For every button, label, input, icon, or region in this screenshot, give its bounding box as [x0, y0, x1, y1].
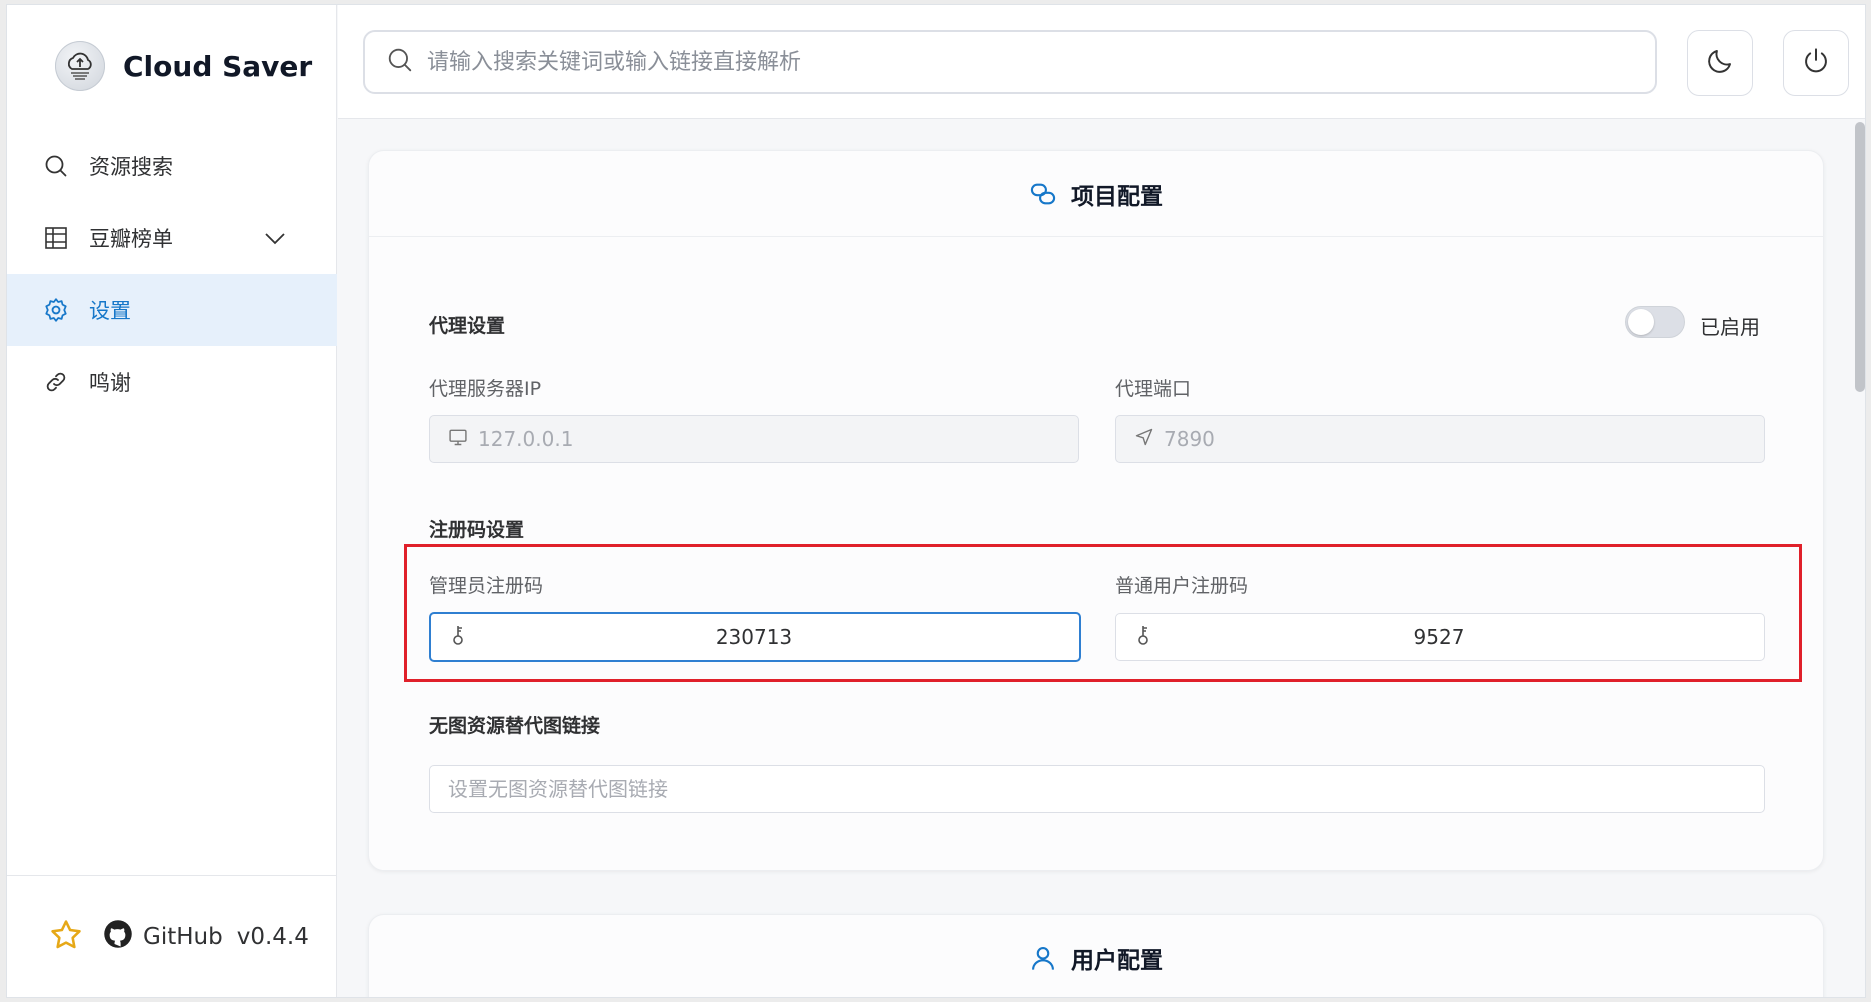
github-label: GitHub — [143, 923, 223, 950]
user-code-label: 普通用户注册码 — [1115, 575, 1249, 597]
proxy-port-field[interactable] — [1115, 415, 1765, 463]
star-icon[interactable] — [49, 918, 83, 956]
proxy-ip-input[interactable] — [478, 427, 727, 451]
key-icon — [1134, 624, 1154, 650]
gear-icon — [43, 297, 69, 323]
project-config-card: 项目配置 代理设置 已启用 代理服务器IP 代理端口 — [368, 150, 1824, 871]
monitor-icon — [448, 427, 468, 451]
card-title: 项目配置 — [1071, 183, 1163, 210]
main-content: 项目配置 代理设置 已启用 代理服务器IP 代理端口 — [338, 120, 1865, 997]
card-header: 用户配置 — [369, 915, 1823, 997]
user-config-card: 用户配置 — [368, 914, 1824, 997]
sidebar-item-acknowledgements[interactable]: 鸣谢 — [7, 346, 337, 418]
moon-icon — [1705, 46, 1735, 80]
registration-section-title: 注册码设置 — [429, 519, 525, 541]
grid-icon — [43, 225, 69, 251]
admin-code-input[interactable] — [469, 625, 1079, 649]
sidebar-footer: GitHub v0.4.4 — [7, 875, 337, 997]
search-icon — [43, 153, 69, 179]
placeholder-image-section-title: 无图资源替代图链接 — [429, 715, 601, 737]
brand[interactable]: Cloud Saver — [55, 41, 312, 91]
sidebar-item-label: 鸣谢 — [89, 371, 131, 395]
proxy-toggle[interactable] — [1625, 306, 1685, 338]
top-header — [338, 5, 1865, 119]
placeholder-image-input[interactable] — [448, 777, 1728, 801]
admin-code-label: 管理员注册码 — [429, 575, 544, 597]
toggle-knob — [1628, 309, 1654, 335]
sidebar-item-label: 豆瓣榜单 — [89, 227, 173, 251]
navigation-arrow-icon — [1134, 427, 1154, 451]
placeholder-image-field[interactable] — [429, 765, 1765, 813]
card-header: 项目配置 — [369, 151, 1823, 237]
proxy-port-label: 代理端口 — [1115, 378, 1192, 400]
github-icon — [103, 919, 133, 955]
github-link[interactable]: GitHub — [103, 919, 223, 955]
dark-mode-button[interactable] — [1687, 30, 1753, 96]
app-window: Cloud Saver 资源搜索 豆瓣榜单 设置 鸣谢 GitHub v0.4.… — [6, 4, 1866, 998]
card-title: 用户配置 — [1071, 948, 1163, 974]
cloud-logo-icon — [55, 41, 105, 91]
search-input[interactable] — [427, 49, 1627, 75]
logout-button[interactable] — [1783, 30, 1849, 96]
sidebar-item-label: 设置 — [89, 299, 131, 323]
sidebar: Cloud Saver 资源搜索 豆瓣榜单 设置 鸣谢 GitHub v0.4.… — [7, 5, 337, 997]
sidebar-item-label: 资源搜索 — [89, 155, 173, 179]
user-icon — [1029, 944, 1057, 972]
user-code-field[interactable] — [1115, 613, 1765, 661]
user-code-input[interactable] — [1154, 625, 1764, 649]
scrollbar-thumb[interactable] — [1855, 122, 1865, 392]
proxy-port-input[interactable] — [1164, 427, 1413, 451]
proxy-section-title: 代理设置 — [429, 315, 506, 337]
link-config-icon — [1029, 180, 1057, 208]
sidebar-item-settings[interactable]: 设置 — [7, 274, 337, 346]
sidebar-item-douban-charts[interactable]: 豆瓣榜单 — [7, 202, 337, 274]
sidebar-item-resource-search[interactable]: 资源搜索 — [7, 130, 337, 202]
power-icon — [1802, 47, 1830, 79]
search-bar[interactable] — [363, 30, 1657, 94]
proxy-ip-label: 代理服务器IP — [429, 378, 542, 400]
admin-code-field[interactable] — [429, 612, 1081, 662]
search-icon — [387, 47, 413, 77]
proxy-toggle-label: 已启用 — [1700, 315, 1760, 339]
chevron-down-icon[interactable] — [263, 226, 287, 255]
brand-name: Cloud Saver — [123, 49, 313, 83]
key-icon — [449, 624, 469, 650]
sidebar-nav: 资源搜索 豆瓣榜单 设置 鸣谢 — [7, 130, 337, 418]
version-label: v0.4.4 — [236, 923, 309, 950]
proxy-ip-field[interactable] — [429, 415, 1079, 463]
link-icon — [43, 369, 69, 395]
